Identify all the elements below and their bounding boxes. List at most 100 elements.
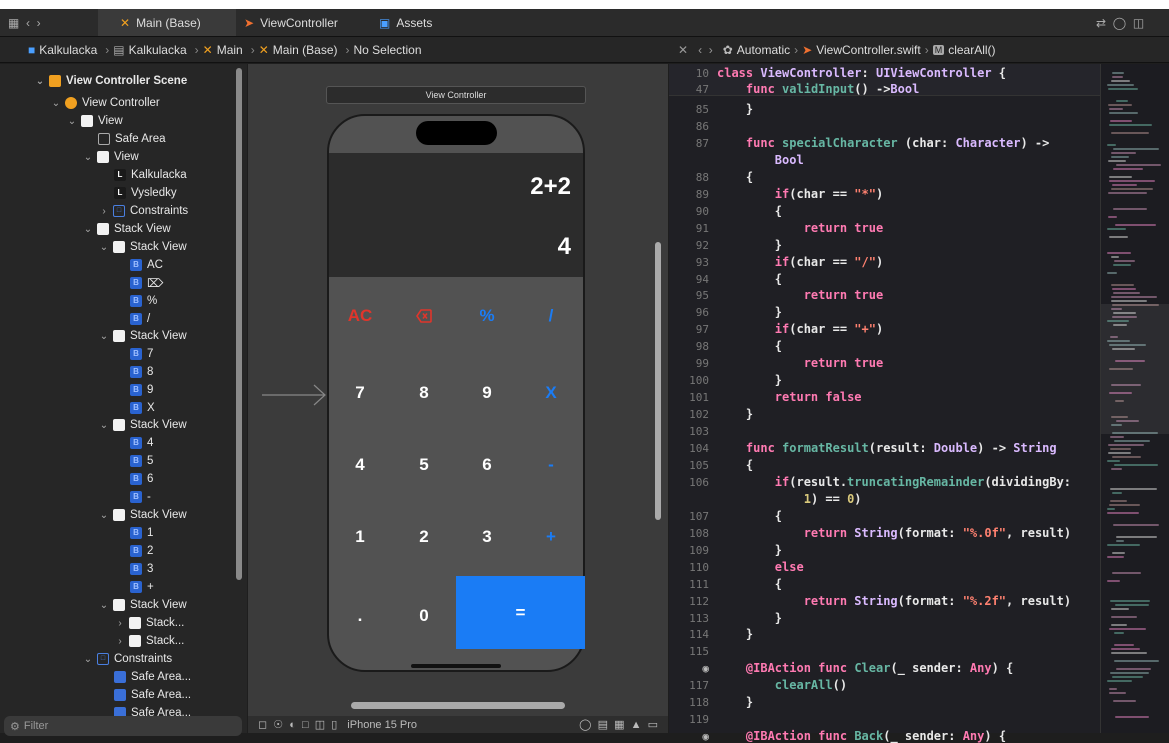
outline-constraint[interactable]: Safe Area... — [114, 686, 191, 704]
outline-constraints[interactable]: › □ Constraints — [98, 202, 188, 220]
tab-viewcontroller[interactable]: ➤ ViewController — [244, 9, 354, 36]
tab-main-base[interactable]: ✕ Main (Base) — [98, 9, 236, 36]
outline-button[interactable]: B1 — [130, 524, 153, 542]
crumb-file[interactable]: ViewController.swift — [816, 43, 920, 57]
crumb-project[interactable]: Kalkulacka — [39, 43, 97, 57]
outline-vc[interactable]: ⌄ View Controller — [50, 94, 160, 112]
canvas-vertical-scrollbar[interactable] — [655, 242, 661, 520]
outline-stack-1[interactable]: ⌄ Stack View — [98, 238, 187, 256]
outline-button[interactable]: B ⌦ — [130, 274, 163, 292]
outline-scene[interactable]: ⌄ View Controller Scene — [34, 72, 187, 90]
key-minus[interactable]: - — [526, 445, 576, 485]
chevron-down-icon[interactable]: ⌄ — [50, 98, 62, 109]
outline-button[interactable]: BX — [130, 399, 155, 417]
outline-button[interactable]: B9 — [130, 381, 153, 399]
outline-safe-area[interactable]: Safe Area — [98, 130, 166, 148]
canvas-horizontal-scrollbar[interactable] — [351, 702, 565, 709]
key-1[interactable]: 1 — [335, 517, 385, 557]
outline-button[interactable]: B AC — [130, 256, 163, 274]
key-multiply[interactable]: X — [526, 373, 576, 413]
outline-constraints-2[interactable]: ⌄ □ Constraints — [82, 650, 172, 668]
key-3[interactable]: 3 — [462, 517, 512, 557]
tab-assets[interactable]: ▣ Assets — [379, 9, 469, 36]
nav-arrows[interactable]: ‹ › — [698, 43, 713, 57]
key-9[interactable]: 9 — [462, 373, 512, 413]
crumb-folder[interactable]: Kalkulacka — [129, 43, 187, 57]
chevron-right-icon[interactable]: › — [98, 206, 110, 217]
key-7[interactable]: 7 — [335, 373, 385, 413]
code-line: { — [717, 204, 783, 218]
outline-view[interactable]: ⌄ View — [66, 112, 123, 130]
filter-field[interactable]: ⚙ Filter — [4, 716, 242, 736]
outline-scrollbar[interactable] — [236, 68, 242, 580]
close-icon[interactable]: ✕ — [678, 43, 688, 57]
outline-inner-view[interactable]: ⌄ View — [82, 148, 139, 166]
chevron-down-icon[interactable]: ⌄ — [98, 242, 110, 253]
nav-controls[interactable]: ▦ ‹ › — [8, 9, 98, 36]
layout-toolbar-icons[interactable]: ◯ ▤ ▦ ▲ ▭ — [579, 718, 658, 731]
outline-substack[interactable]: › Stack... — [114, 614, 184, 632]
chevron-down-icon[interactable]: ⌄ — [98, 420, 110, 431]
outline-label-kalkulacka[interactable]: L Kalkulacka — [114, 166, 187, 184]
key-0[interactable]: 0 — [399, 596, 449, 636]
key-plus[interactable]: + — [526, 517, 576, 557]
chevron-down-icon[interactable]: ⌄ — [82, 152, 94, 163]
entry-point-arrow-icon[interactable] — [262, 383, 328, 407]
key-percent[interactable]: % — [462, 296, 512, 336]
device-selector[interactable]: iPhone 15 Pro — [347, 719, 417, 731]
scene-title-bar[interactable]: View Controller — [326, 86, 586, 104]
outline-button[interactable]: B3 — [130, 560, 153, 578]
minimap-viewport[interactable] — [1101, 304, 1169, 434]
outline-stack-2[interactable]: ⌄ Stack View — [98, 327, 187, 345]
outline-button[interactable]: B6 — [130, 470, 153, 488]
chevron-down-icon[interactable]: ⌄ — [66, 116, 78, 127]
outline-button[interactable]: B5 — [130, 452, 153, 470]
outline-button[interactable]: B% — [130, 292, 157, 310]
outline-button[interactable]: B2 — [130, 542, 153, 560]
outline-label-vysledky[interactable]: L Vysledky — [114, 184, 177, 202]
minimap-line — [1109, 236, 1128, 238]
crumb-automatic[interactable]: Automatic — [737, 43, 790, 57]
key-8[interactable]: 8 — [399, 373, 449, 413]
key-6[interactable]: 6 — [462, 445, 512, 485]
outline-stack-5[interactable]: ⌄ Stack View — [98, 596, 187, 614]
chevron-down-icon[interactable]: ⌄ — [98, 510, 110, 521]
crumb-main[interactable]: Main — [217, 43, 243, 57]
key-4[interactable]: 4 — [335, 445, 385, 485]
minimap[interactable] — [1100, 64, 1169, 733]
outline-button[interactable]: B- — [130, 488, 151, 506]
chevron-down-icon[interactable]: ⌄ — [98, 600, 110, 611]
chevron-right-icon[interactable]: › — [114, 618, 126, 629]
chevron-down-icon[interactable]: ⌄ — [82, 224, 94, 235]
outline-button[interactable]: B4 — [130, 434, 153, 452]
outline-substack[interactable]: › Stack... — [114, 632, 184, 650]
crumb-main-base[interactable]: Main (Base) — [273, 43, 338, 57]
code-line: } — [717, 305, 783, 319]
key-divide[interactable]: / — [526, 296, 576, 336]
crumb-selection[interactable]: No Selection — [353, 43, 421, 57]
minimap-line — [1111, 132, 1149, 134]
minimap-line — [1109, 628, 1146, 630]
chevron-down-icon[interactable]: ⌄ — [82, 654, 94, 665]
editor-options[interactable]: ⇄ ◯ ◫ — [1096, 9, 1166, 36]
outline-stack-4[interactable]: ⌄ Stack View — [98, 506, 187, 524]
code-line: { — [717, 272, 783, 286]
key-2[interactable]: 2 — [399, 517, 449, 557]
key-ac[interactable]: AC — [335, 296, 385, 336]
key-backspace[interactable] — [399, 296, 449, 336]
outline-constraint[interactable]: Safe Area... — [114, 668, 191, 686]
key-decimal[interactable]: . — [335, 596, 385, 636]
outline-button[interactable]: B / — [130, 310, 150, 328]
outline-stack-view[interactable]: ⌄ Stack View — [82, 220, 171, 238]
chevron-down-icon[interactable]: ⌄ — [34, 76, 46, 87]
device-toolbar-icons[interactable]: ◻ ☉ ◐ □ ◫ ▯ — [258, 718, 337, 731]
chevron-down-icon[interactable]: ⌄ — [98, 331, 110, 342]
chevron-right-icon[interactable]: › — [114, 636, 126, 647]
outline-stack-3[interactable]: ⌄ Stack View — [98, 416, 187, 434]
outline-button[interactable]: B8 — [130, 363, 153, 381]
outline-button[interactable]: B + — [130, 578, 154, 596]
key-5[interactable]: 5 — [399, 445, 449, 485]
crumb-method[interactable]: clearAll() — [948, 43, 995, 57]
outline-button[interactable]: B7 — [130, 345, 153, 363]
key-equals[interactable]: = — [456, 576, 585, 649]
